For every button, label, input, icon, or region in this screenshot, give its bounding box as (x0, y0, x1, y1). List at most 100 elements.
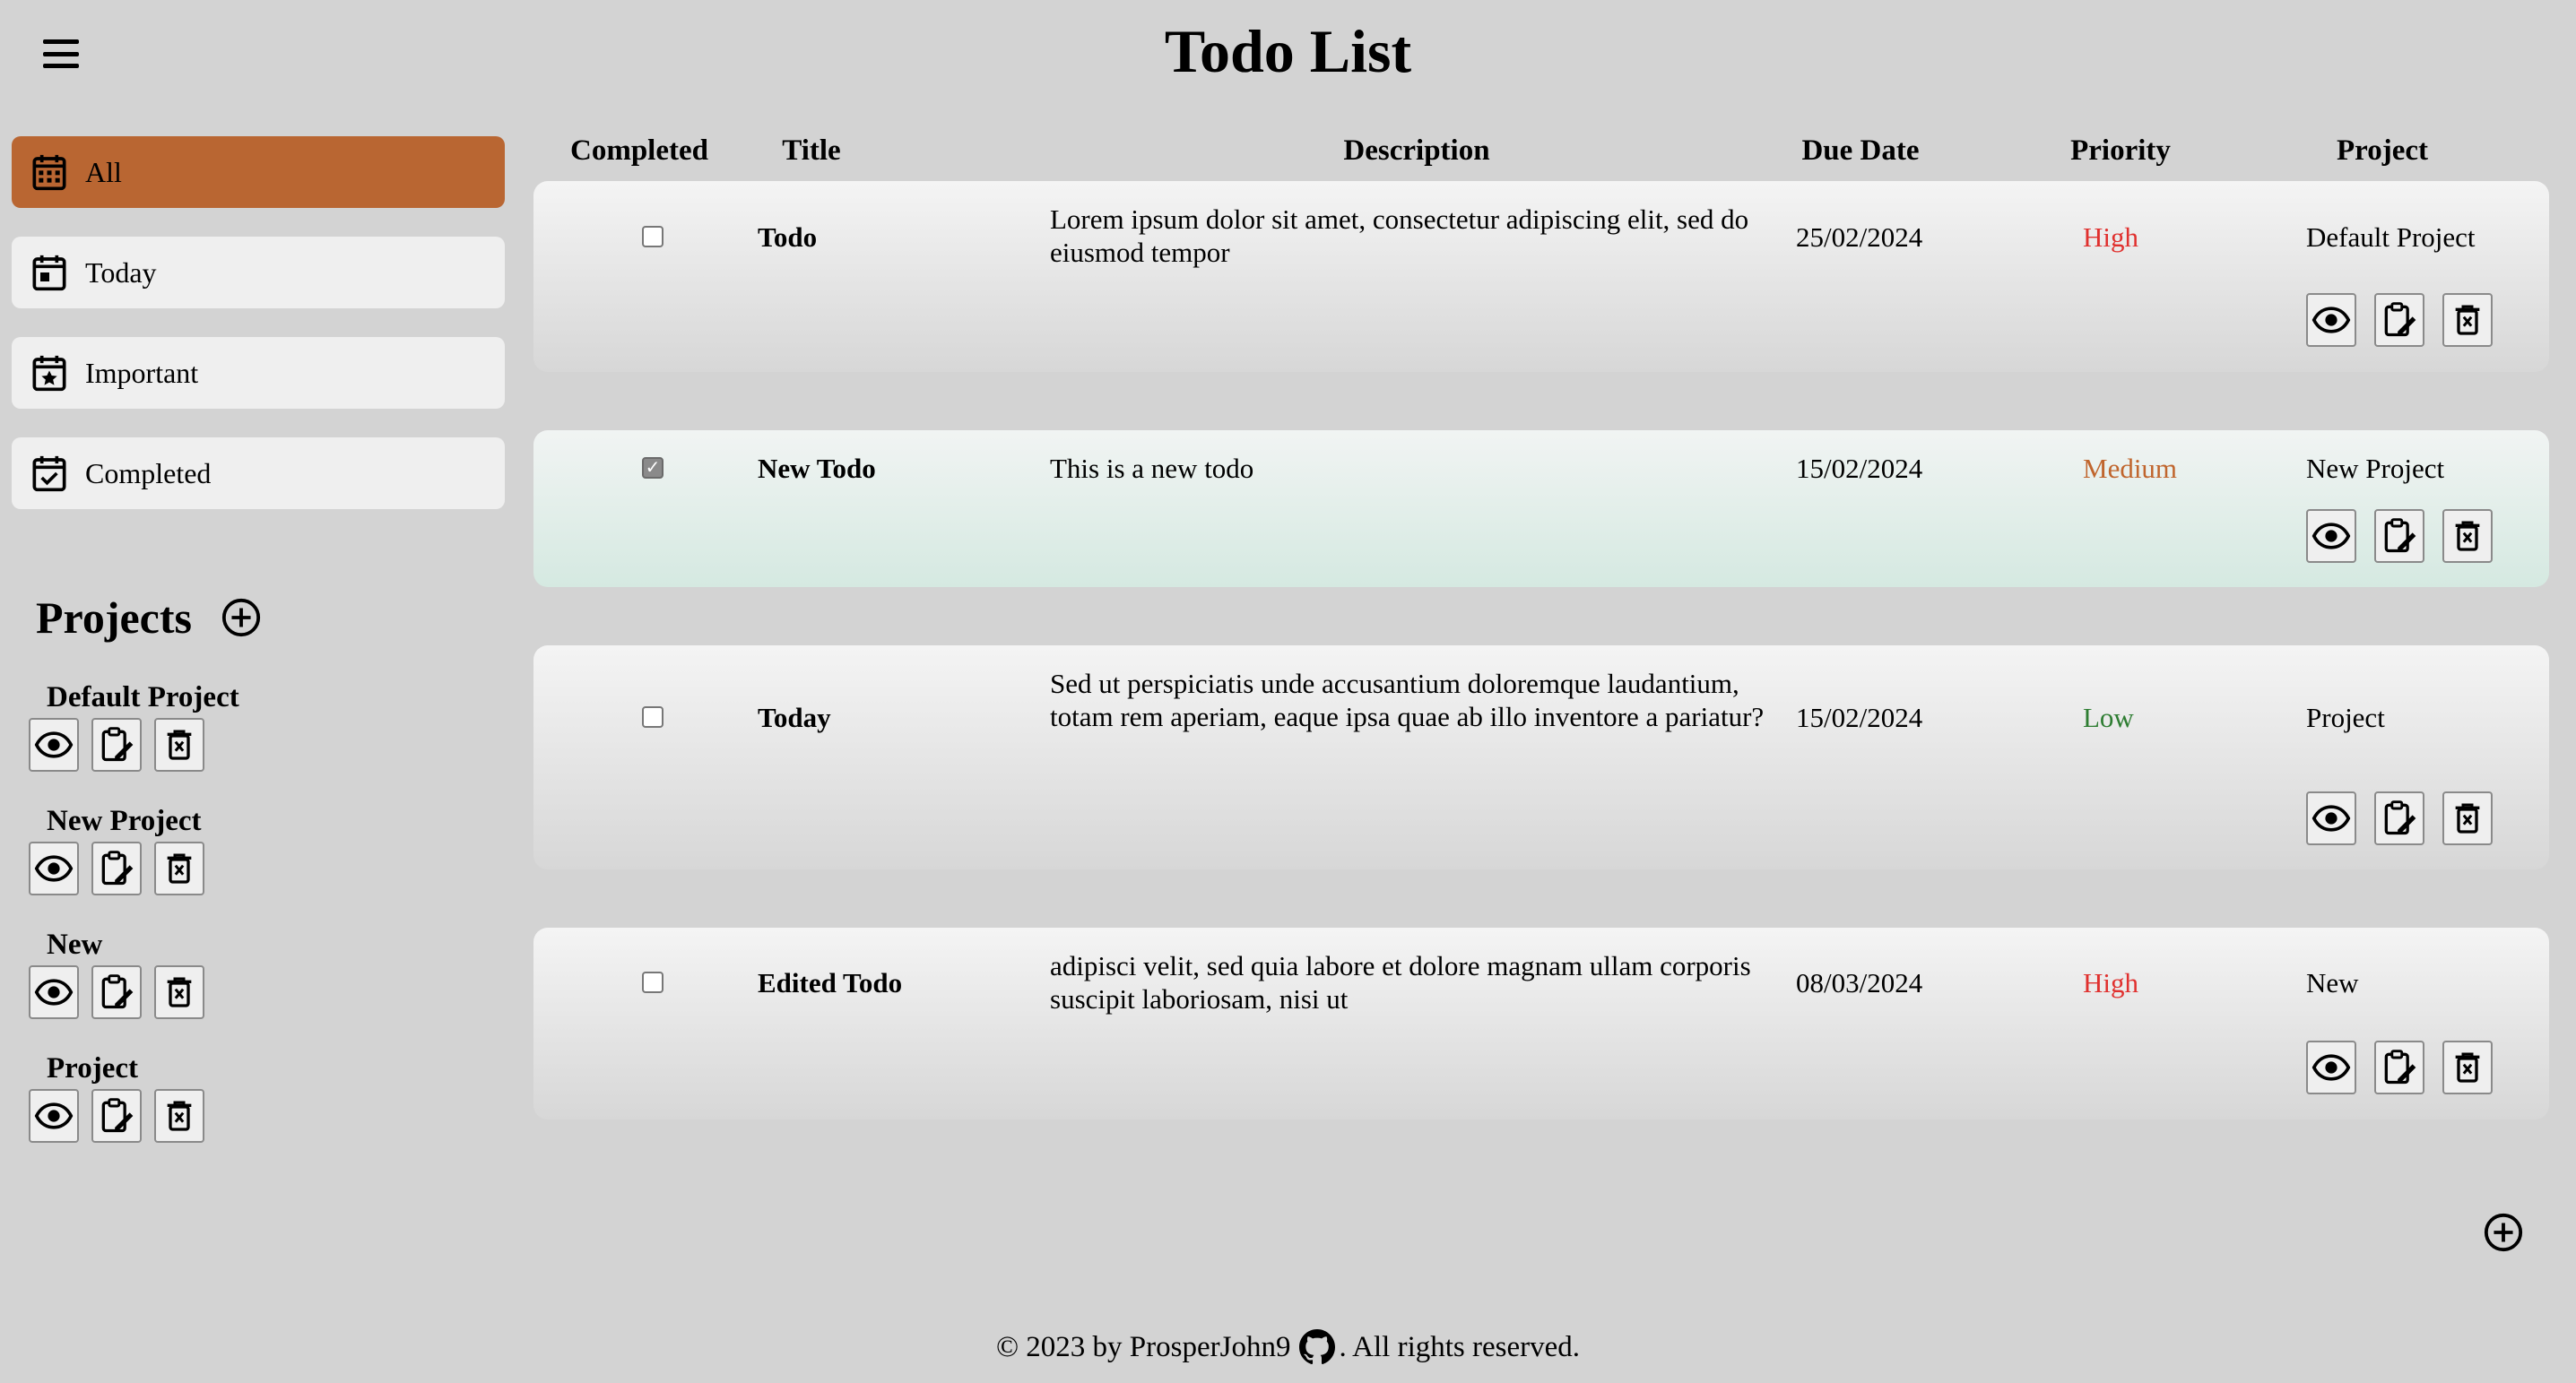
todo-priority: High (2083, 967, 2138, 998)
delete-todo-button[interactable] (2442, 293, 2493, 347)
trash-icon (161, 727, 197, 763)
delete-project-button[interactable] (154, 842, 204, 895)
footer: © 2023 by ProsperJohn9 . All rights rese… (0, 1329, 2576, 1365)
trash-icon (161, 1098, 197, 1134)
delete-todo-button[interactable] (2442, 791, 2493, 845)
project-name: Default Project (47, 681, 239, 713)
nav-item-all[interactable]: All (12, 136, 505, 208)
add-project-button[interactable] (221, 597, 262, 638)
calendar-grid-icon (32, 154, 66, 191)
todo-project: New (2306, 967, 2359, 998)
project-item: Project (29, 1052, 204, 1143)
edit-todo-button[interactable] (2374, 1041, 2424, 1094)
todo-row: Today Sed ut perspiciatis unde accusanti… (533, 645, 2549, 869)
calendar-day-icon (32, 255, 66, 291)
todo-due-date: 08/03/2024 (1796, 967, 1923, 998)
nav-item-completed[interactable]: Completed (12, 437, 505, 509)
completed-checkbox[interactable] (642, 972, 664, 993)
footer-copyright: © 2023 by ProsperJohn9 (995, 1330, 1291, 1363)
edit-project-button[interactable] (91, 1089, 142, 1143)
view-todo-button[interactable] (2306, 293, 2356, 347)
todo-description: adipisci velit, sed quia labore et dolor… (1050, 950, 1751, 1015)
todo-priority: Medium (2083, 453, 2178, 484)
todo-row: Todo Lorem ipsum dolor sit amet, consect… (533, 181, 2549, 372)
header-title: Title (782, 134, 841, 167)
clipboard-edit-icon (97, 1096, 136, 1136)
delete-todo-button[interactable] (2442, 1041, 2493, 1094)
eye-icon (34, 725, 74, 765)
eye-icon (34, 972, 74, 1012)
plus-circle-icon (221, 597, 262, 638)
eye-icon (34, 849, 74, 888)
nav-item-today[interactable]: Today (12, 237, 505, 308)
nav-label: Today (85, 255, 157, 289)
project-name: New Project (47, 805, 202, 837)
todo-row: ✓ New Todo This is a new todo 15/02/2024… (533, 430, 2549, 587)
nav-label: Completed (85, 456, 212, 489)
projects-heading: Projects (36, 592, 262, 644)
view-project-button[interactable] (29, 1089, 79, 1143)
completed-checkbox[interactable] (642, 226, 664, 247)
todo-project: New Project (2306, 453, 2445, 484)
edit-todo-button[interactable] (2374, 791, 2424, 845)
todo-title: New Todo (758, 453, 876, 484)
todo-due-date: 25/02/2024 (1796, 221, 1923, 253)
edit-project-button[interactable] (91, 965, 142, 1019)
edit-project-button[interactable] (91, 718, 142, 772)
trash-icon (2450, 518, 2485, 554)
calendar-star-icon (32, 355, 66, 392)
todo-due-date: 15/02/2024 (1796, 702, 1923, 733)
clipboard-edit-icon (2380, 516, 2419, 556)
todo-title: Edited Todo (758, 967, 903, 998)
view-todo-button[interactable] (2306, 791, 2356, 845)
clipboard-edit-icon (97, 972, 136, 1012)
clipboard-edit-icon (2380, 300, 2419, 340)
edit-todo-button[interactable] (2374, 293, 2424, 347)
trash-icon (2450, 1050, 2485, 1085)
header-completed: Completed (570, 134, 708, 167)
delete-project-button[interactable] (154, 718, 204, 772)
eye-icon (2311, 300, 2351, 340)
delete-project-button[interactable] (154, 965, 204, 1019)
nav-item-important[interactable]: Important (12, 337, 505, 409)
todo-priority: High (2083, 221, 2138, 253)
todo-title: Today (758, 702, 831, 733)
footer-rights: . All rights reserved. (1339, 1330, 1581, 1363)
completed-checkbox[interactable] (642, 706, 664, 728)
todo-project: Project (2306, 702, 2385, 733)
todo-row: Edited Todo adipisci velit, sed quia lab… (533, 928, 2549, 1119)
clipboard-edit-icon (2380, 1048, 2419, 1087)
add-todo-button[interactable] (2483, 1212, 2524, 1253)
trash-icon (161, 851, 197, 886)
todo-priority: Low (2083, 702, 2134, 733)
trash-icon (2450, 302, 2485, 338)
nav-label: All (85, 155, 122, 188)
trash-icon (2450, 800, 2485, 836)
completed-checkbox[interactable]: ✓ (642, 457, 664, 479)
project-item: New Project (29, 805, 204, 895)
eye-icon (34, 1096, 74, 1136)
todo-due-date: 15/02/2024 (1796, 453, 1923, 484)
header-description: Description (1343, 134, 1490, 167)
view-project-button[interactable] (29, 718, 79, 772)
project-name: Project (47, 1052, 138, 1085)
delete-project-button[interactable] (154, 1089, 204, 1143)
todo-description: Sed ut perspiciatis unde accusantium dol… (1050, 668, 1765, 732)
page-title: Todo List (1164, 17, 1412, 85)
header-due-date: Due Date (1801, 134, 1920, 167)
projects-title: Projects (36, 592, 192, 643)
eye-icon (2311, 799, 2351, 838)
project-item: Default Project (29, 681, 239, 772)
eye-icon (2311, 1048, 2351, 1087)
view-todo-button[interactable] (2306, 509, 2356, 563)
github-icon[interactable] (1299, 1329, 1336, 1365)
delete-todo-button[interactable] (2442, 509, 2493, 563)
view-todo-button[interactable] (2306, 1041, 2356, 1094)
clipboard-edit-icon (2380, 799, 2419, 838)
todo-project: Default Project (2306, 221, 2476, 253)
nav-label: Important (85, 356, 199, 389)
edit-todo-button[interactable] (2374, 509, 2424, 563)
view-project-button[interactable] (29, 842, 79, 895)
view-project-button[interactable] (29, 965, 79, 1019)
edit-project-button[interactable] (91, 842, 142, 895)
